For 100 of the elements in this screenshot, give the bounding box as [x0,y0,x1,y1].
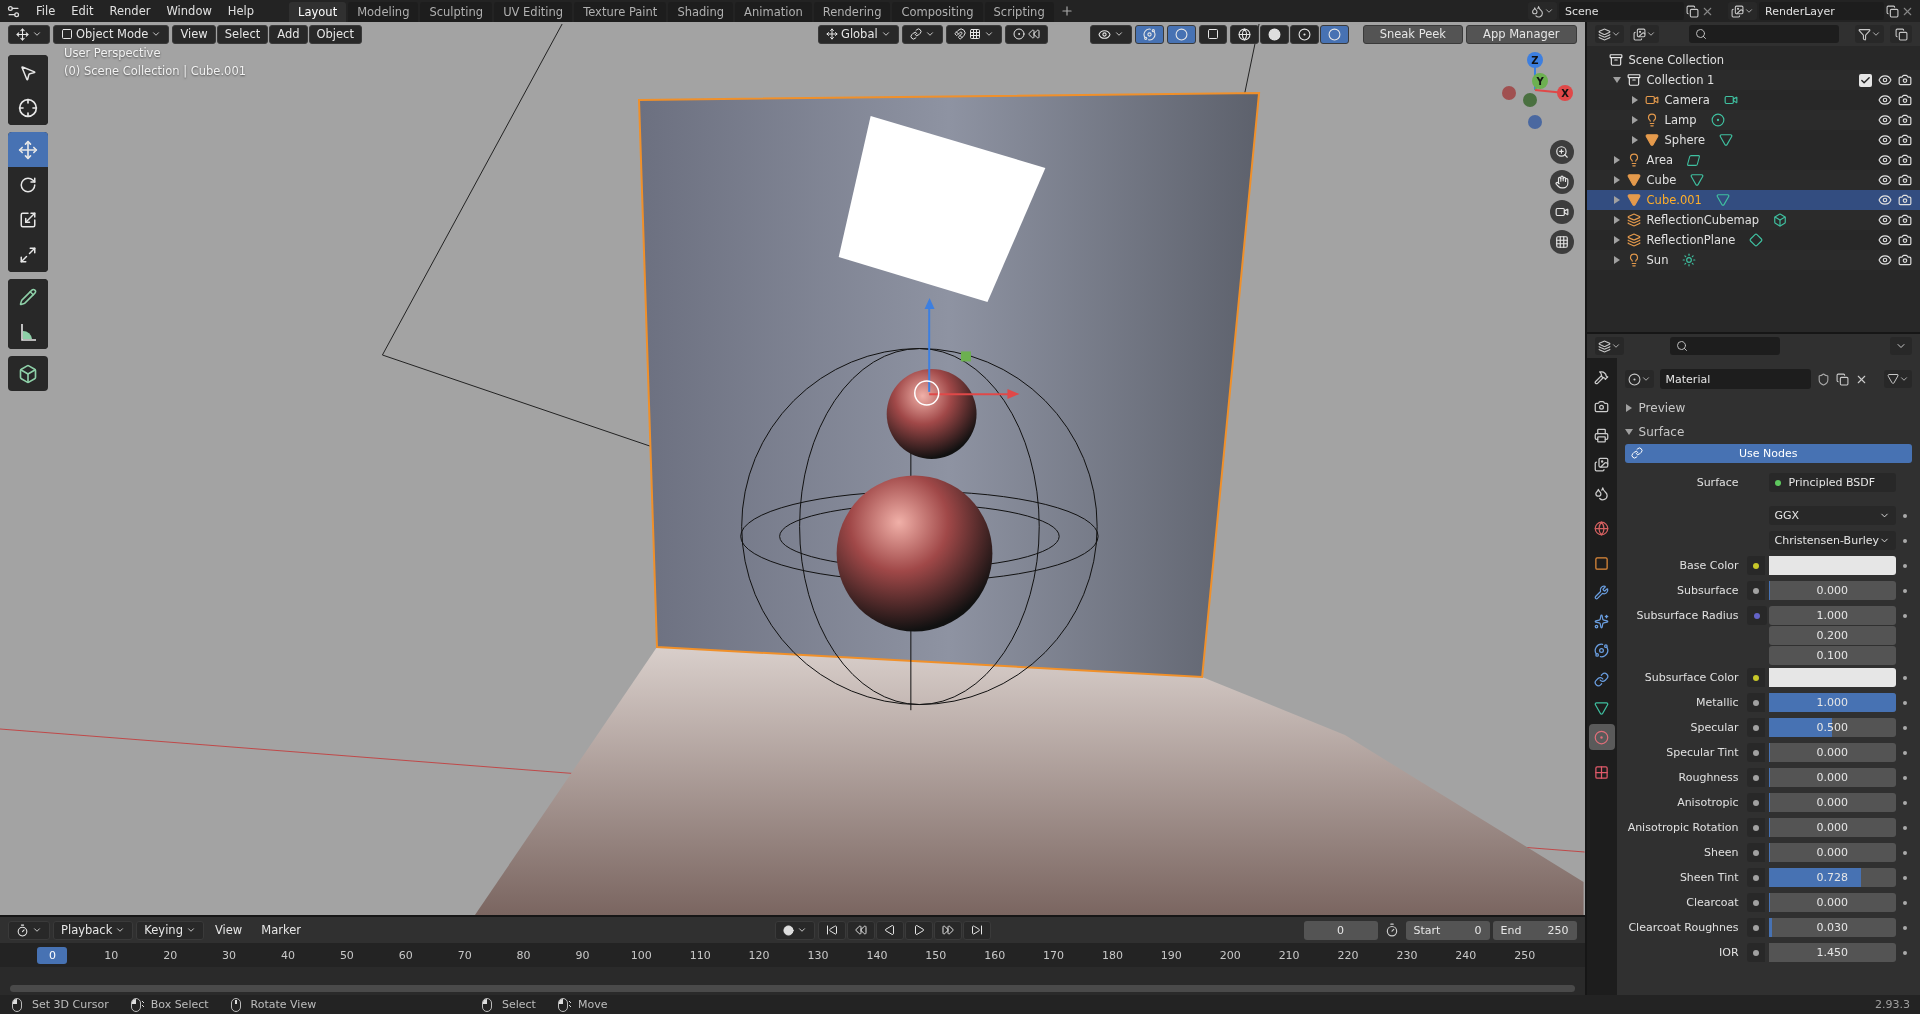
workspace-tab[interactable]: Layout [289,2,347,22]
timeline-menu[interactable]: Playback [53,920,134,940]
slider-field[interactable]: 0.000 [1768,743,1896,762]
field-label: Base Color [1678,558,1740,574]
outliner-item-name: Sphere [1664,133,1706,147]
number-field[interactable]: 1.450 [1768,943,1896,962]
scene-name-field[interactable]: Scene [1559,2,1684,20]
material-name-field[interactable]: Material [1659,369,1811,389]
axis-label: X [1560,88,1569,99]
header-menu-button[interactable]: Add [269,24,308,44]
outliner-item-name: Scene Collection [1628,53,1725,67]
menu-item[interactable]: File [29,2,63,20]
frame-number: 150 [924,948,948,962]
slider-field[interactable]: 0.030 [1768,918,1896,937]
frame-number: 220 [1336,948,1360,962]
field-label: Specular [1689,720,1740,736]
status-hint: Move [577,998,608,1011]
status-hint: Set 3D Cursor [32,998,109,1011]
slider-field[interactable]: 1.000 [1768,693,1896,712]
field-label: Sheen [1703,845,1740,861]
mode-dropdown[interactable]: Object Mode [53,24,170,44]
frame-number: 180 [1100,948,1124,962]
field-label: Anisotropic [1676,795,1740,811]
field-label: Surface [1695,475,1740,491]
vector-component-field[interactable]: 1.000 [1768,606,1896,625]
outliner-item-name: Sun [1646,253,1669,267]
frame-number: 210 [1277,948,1301,962]
frame-number: 100 [629,948,653,962]
dropdown-field[interactable]: Christensen-Burley [1768,531,1896,550]
vector-component-field[interactable]: 0.200 [1768,626,1896,645]
workspace-tab[interactable]: Animation [735,2,812,22]
slider-field[interactable]: 0.728 [1768,868,1896,887]
frame-number: 240 [1454,948,1478,962]
frame-range-field[interactable]: End 250 [1492,920,1577,940]
outliner-item-name: Collection 1 [1646,73,1715,87]
timeline-menu[interactable]: Keying [136,920,204,940]
timeline-menu[interactable]: View [206,920,251,940]
frame-number: 70 [456,948,473,962]
slider-field[interactable]: 0.000 [1768,768,1896,787]
workspace-tab[interactable]: Rendering [813,2,891,22]
workspace-tab[interactable]: Shading [668,2,734,22]
slider-field[interactable]: 0.000 [1768,893,1896,912]
playhead-frame[interactable]: 0 [37,946,68,964]
slider-field[interactable]: 0.000 [1768,818,1896,837]
slider-field[interactable]: 0.000 [1768,793,1896,812]
outliner-item-name: Area [1646,153,1674,167]
panel-title[interactable]: Preview [1638,401,1686,415]
field-label: Roughness [1677,770,1740,786]
menu-item[interactable]: Render [102,2,158,20]
slider-field[interactable]: 0.000 [1768,843,1896,862]
field-label: Subsurface Color [1643,670,1740,686]
outliner-item-name: Cube.001 [1646,193,1702,207]
navigation-gizmo[interactable]: Z Y X [1494,50,1575,130]
workspace-tab[interactable]: Compositing [892,2,983,22]
outliner-row[interactable]: Cube.001 [1586,190,1920,210]
frame-number: 80 [515,948,532,962]
workspace-tab[interactable]: UV Editing [494,2,573,22]
frame-number: 60 [397,948,414,962]
frame-number: 200 [1218,948,1242,962]
outliner-item-name: Lamp [1664,113,1697,127]
frame-number: 50 [338,948,355,962]
view-layer-field[interactable]: RenderLayer [1759,2,1884,20]
use-nodes-button[interactable]: Use Nodes [1624,444,1912,463]
workspace-tab[interactable]: Texture Paint [574,2,667,22]
frame-number: 40 [280,948,296,962]
status-hint: Rotate View [250,998,317,1011]
menu-item[interactable]: Window [159,2,219,20]
workspace-tab[interactable]: Modeling [348,2,419,22]
field-label: Subsurface [1675,583,1740,599]
frame-number: 140 [865,948,889,962]
frame-number: 230 [1395,948,1419,962]
version-label: 2.93.3 [1875,998,1910,1011]
timeline-menu[interactable]: Marker [253,920,309,940]
workspace-tab[interactable]: Scripting [984,2,1054,22]
menu-item[interactable]: Edit [64,2,101,20]
axis-label: Z [1530,55,1539,66]
vector-component-field[interactable]: 0.100 [1768,646,1896,665]
panel-title[interactable]: Surface [1638,425,1685,439]
outliner-item-name: ReflectionCubemap [1646,213,1760,227]
field-label: IOR [1718,945,1740,961]
outliner-item-name: Cube [1646,173,1677,187]
field-label: Subsurface Radius [1635,608,1740,624]
field-label: Clearcoat Roughnes [1627,920,1740,936]
outliner-item-name: Camera [1664,93,1710,107]
field-label: Metallic [1695,695,1740,711]
axis-label: Y [1535,76,1544,87]
frame-range-field[interactable]: Start 0 [1405,920,1490,940]
slider-field[interactable]: 0.000 [1768,581,1896,600]
status-hint: Box Select [150,998,209,1011]
current-frame-field[interactable]: 0 [1303,920,1378,940]
workspace-tab[interactable]: Sculpting [420,2,493,22]
field-label: Anisotropic Rotation [1626,820,1740,836]
frame-number: 130 [806,948,830,962]
frame-number: 90 [574,948,591,962]
frame-number: 120 [747,948,771,962]
header-button[interactable]: App Manager [1466,24,1577,44]
outliner-item-name: ReflectionPlane [1646,233,1736,247]
dropdown-field[interactable]: GGX [1768,506,1896,525]
menu-item[interactable]: Help [220,2,262,20]
shader-field[interactable]: Principled BSDF [1768,473,1896,492]
